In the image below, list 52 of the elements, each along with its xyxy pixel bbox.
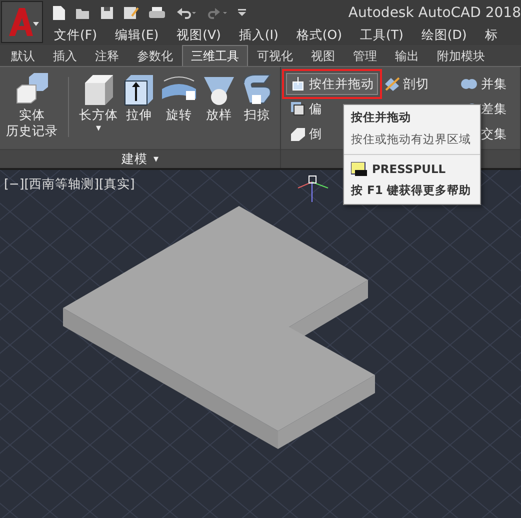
ribbon-tab[interactable]: 插入 (44, 45, 86, 66)
menu-item[interactable]: 编辑(E) (104, 26, 167, 44)
menu-item[interactable]: 格式(O) (286, 26, 350, 44)
menu-item[interactable]: 标 (474, 26, 506, 44)
ucs-axis-icon (298, 176, 328, 202)
customize-dropdown-icon[interactable] (237, 8, 247, 18)
app-menu-button[interactable] (1, 1, 43, 43)
slice-blade-icon (384, 76, 400, 92)
solid-history-button[interactable]: 实体 历史记录 (4, 71, 60, 149)
revolve-tool-button[interactable]: 旋转 (158, 71, 200, 149)
ribbon-tab[interactable]: 附加模块 (428, 45, 494, 66)
print-icon[interactable] (148, 6, 166, 20)
caret-icon[interactable]: ▾ (153, 154, 159, 164)
ribbon-tab[interactable]: 管理 (344, 45, 386, 66)
dropdown-caret[interactable]: ▾ (96, 122, 102, 136)
extrude-tool-button[interactable]: 拉伸 (120, 71, 158, 149)
menu-item[interactable]: 视图(V) (166, 26, 229, 44)
viewport-label[interactable]: [−][西南等轴测][真实] (4, 176, 135, 193)
undo-icon[interactable] (175, 6, 197, 20)
save-as-icon[interactable] (123, 6, 139, 20)
tooltip-help-hint: 按 F1 键获得更多帮助 (350, 182, 472, 199)
union-circles-icon (460, 77, 478, 91)
box-tool-button[interactable]: 长方体 ▾ (77, 71, 120, 149)
command-line-icon (351, 162, 367, 176)
offset-squares-icon (290, 101, 306, 117)
menu-item[interactable]: 工具(T) (350, 26, 412, 44)
slice-tool-button[interactable]: 剖切 (380, 73, 433, 95)
ribbon-tab[interactable]: 注释 (86, 45, 128, 66)
ribbon-tab[interactable]: 输出 (386, 45, 428, 66)
ribbon-tab[interactable]: 默认 (2, 45, 44, 66)
redo-icon[interactable] (206, 6, 228, 20)
union-tool-button[interactable]: 并集 (456, 73, 511, 95)
save-icon[interactable] (100, 6, 114, 20)
presspull-box-icon (290, 76, 306, 92)
ribbon-tab[interactable]: 参数化 (128, 45, 182, 66)
loft-tool-button[interactable]: 放样 (200, 71, 238, 149)
window-title: Autodesk AutoCAD 2018 (348, 4, 521, 20)
chamfer-block-icon (290, 126, 306, 142)
menu-item[interactable]: 绘图(D) (411, 26, 475, 44)
menu-item[interactable]: 文件(F) (44, 26, 105, 44)
menu-item[interactable]: 插入(I) (228, 26, 286, 44)
tooltip-title: 按住并拖动 (350, 109, 412, 126)
ribbon-tab[interactable]: 三维工具 (182, 45, 248, 66)
ribbon-tab[interactable]: 视图 (302, 45, 344, 66)
panel-title-bar[interactable]: 建模 ▾ (0, 149, 280, 168)
panel-title: 建模 (121, 150, 148, 168)
extrude-arrow-icon (122, 73, 156, 107)
tooltip-description: 按住或拖动有边界区域 (344, 128, 480, 155)
new-file-icon[interactable] (52, 4, 66, 20)
sweep-tool-button[interactable]: 扫掠 (238, 71, 276, 149)
ribbon-tab[interactable]: 可视化 (248, 45, 302, 66)
command-name: PRESSPULL (372, 162, 446, 176)
